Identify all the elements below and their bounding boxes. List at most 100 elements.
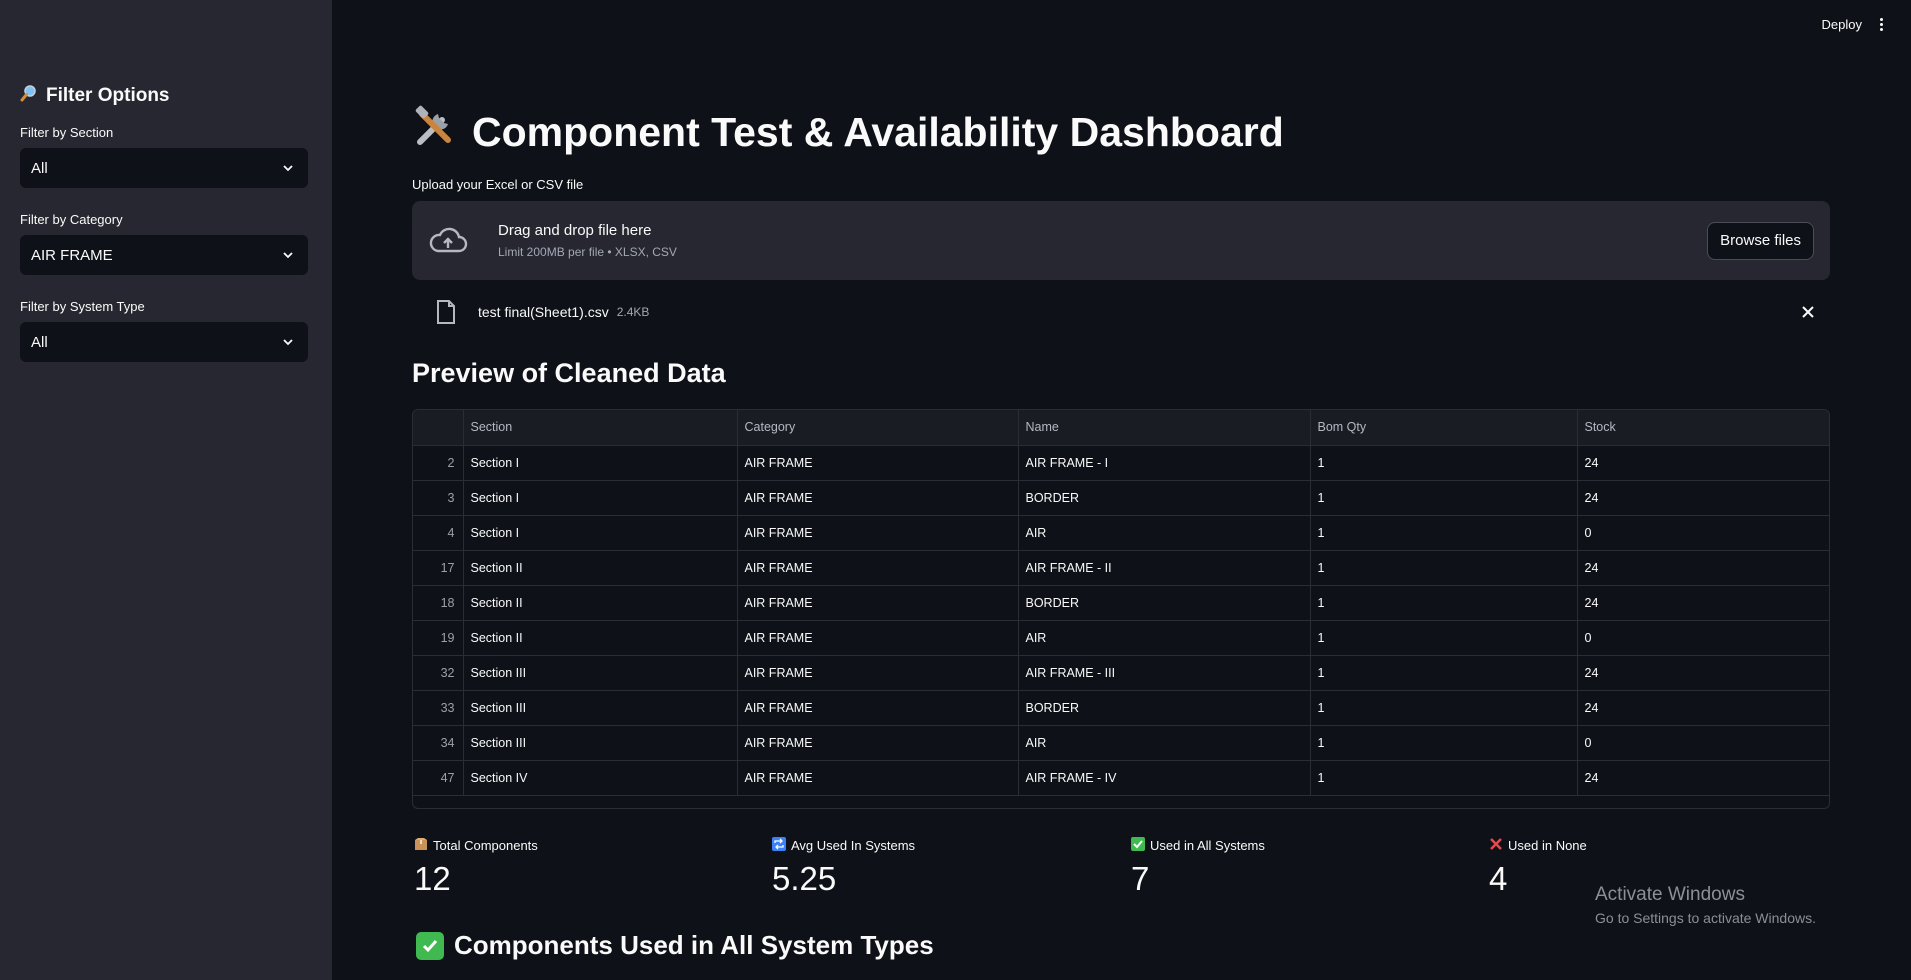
table-row[interactable]: 32 Section III AIR FRAME AIR FRAME - III 1 24 [413, 655, 1829, 691]
uploaded-file: test final(Sheet1).csv 2.4KB [412, 296, 1830, 328]
check-icon [1131, 837, 1145, 854]
table-cell: 1 [1310, 690, 1578, 726]
watermark-line1: Activate Windows [1595, 884, 1745, 905]
table-cell: AIR FRAME [737, 690, 1019, 726]
table-row[interactable]: 47 Section IV AIR FRAME AIR FRAME - IV 1 24 [413, 760, 1829, 796]
row-index: 47 [413, 760, 464, 796]
filter-section-label: Filter by Section [20, 125, 114, 140]
page-title: Component Test & Availability Dashboard [412, 104, 1284, 160]
table-cell: AIR FRAME [737, 655, 1019, 691]
filter-section-select[interactable]: All [20, 148, 308, 188]
browse-files-button[interactable]: Browse files [1707, 221, 1814, 260]
check-icon [416, 931, 444, 960]
data-table[interactable]: Section Category Name Bom Qty Stock 2 Section… [412, 409, 1830, 809]
close-icon[interactable] [1800, 304, 1816, 320]
table-row[interactable]: 3 Section I AIR FRAME BORDER 1 24 [413, 480, 1829, 516]
table-cell: 1 [1310, 585, 1578, 621]
section-heading-text: Components Used in All System Types [454, 930, 934, 960]
chevron-down-icon [283, 252, 293, 259]
table-cell: Section II [463, 620, 738, 656]
table-cell: Section II [463, 550, 738, 586]
filter-system-type: Filter by System Type All [20, 299, 308, 362]
table-cell: Section I [463, 445, 738, 481]
windows-activation-watermark: Activate Windows Go to Settings to activ… [1595, 884, 1816, 926]
table-cell: 24 [1577, 445, 1829, 481]
sidebar-title: Filter Options [20, 84, 308, 107]
table-cell: 1 [1310, 725, 1578, 761]
table-cell: BORDER [1018, 690, 1311, 726]
table-row[interactable]: 19 Section II AIR FRAME AIR 1 0 [413, 620, 1829, 656]
table-cell: 0 [1577, 725, 1829, 761]
dropzone-instructions: Drag and drop file here [498, 222, 652, 239]
metric-avg-used: Avg Used In Systems 5.25 [772, 837, 915, 898]
table-cell: AIR [1018, 725, 1311, 761]
table-cell: BORDER [1018, 585, 1311, 621]
filter-category-select[interactable]: AIR FRAME [20, 235, 308, 275]
table-cell: AIR [1018, 515, 1311, 551]
table-header-row: Section Category Name Bom Qty Stock [413, 410, 1829, 446]
metric-value: 5.25 [772, 860, 837, 897]
table-cell: 0 [1577, 620, 1829, 656]
index-column-header[interactable] [413, 410, 464, 446]
table-cell: AIR FRAME [737, 585, 1019, 621]
filter-system-type-select[interactable]: All [20, 322, 308, 362]
filter-section-value: All [31, 159, 48, 177]
preview-heading: Preview of Cleaned Data [412, 358, 726, 388]
row-index: 18 [413, 585, 464, 621]
sidebar-title-text: Filter Options [46, 84, 170, 106]
table-cell: AIR FRAME [737, 620, 1019, 656]
table-cell: 24 [1577, 550, 1829, 586]
table-row[interactable]: 17 Section II AIR FRAME AIR FRAME - II 1 24 [413, 550, 1829, 586]
column-header[interactable]: Stock [1577, 410, 1829, 446]
filter-section: Filter by Section All [20, 125, 308, 188]
column-header[interactable]: Section [463, 410, 738, 446]
metric-value: 12 [414, 860, 451, 897]
table-row[interactable]: 4 Section I AIR FRAME AIR 1 0 [413, 515, 1829, 551]
table-row[interactable]: 18 Section II AIR FRAME BORDER 1 24 [413, 585, 1829, 621]
table-cell: AIR FRAME [737, 760, 1019, 796]
filter-category-value: AIR FRAME [31, 246, 113, 264]
column-header[interactable]: Name [1018, 410, 1311, 446]
table-cell: 24 [1577, 585, 1829, 621]
table-row[interactable]: 2 Section I AIR FRAME AIR FRAME - I 1 24 [413, 445, 1829, 481]
table-cell: Section I [463, 515, 738, 551]
dropzone-limit: Limit 200MB per file • XLSX, CSV [498, 245, 677, 259]
dropzone-text: Drag and drop file here Limit 200MB per … [498, 222, 677, 259]
repeat-icon [772, 837, 786, 854]
table-cell: 24 [1577, 655, 1829, 691]
row-index: 4 [413, 515, 464, 551]
metric-label: Used in None [1508, 838, 1587, 853]
table-row[interactable]: 34 Section III AIR FRAME AIR 1 0 [413, 725, 1829, 761]
chevron-down-icon [283, 339, 293, 346]
table-cell: AIR FRAME - III [1018, 655, 1311, 691]
row-index: 19 [413, 620, 464, 656]
metric-label: Avg Used In Systems [791, 838, 916, 853]
metric-total-components: Total Components 12 [414, 837, 538, 898]
chevron-down-icon [283, 165, 293, 172]
table-cell: BORDER [1018, 480, 1311, 516]
magnifier-icon [20, 84, 38, 107]
table-cell: 24 [1577, 690, 1829, 726]
metric-used-in-all: Used in All Systems 7 [1131, 837, 1265, 898]
table-row[interactable]: 33 Section III AIR FRAME BORDER 1 24 [413, 690, 1829, 726]
deploy-button[interactable]: Deploy [1822, 17, 1862, 32]
table-cell: 24 [1577, 480, 1829, 516]
table-cell: AIR FRAME [737, 515, 1019, 551]
row-index: 17 [413, 550, 464, 586]
column-header[interactable]: Bom Qty [1310, 410, 1578, 446]
section-heading-all-systems: Components Used in All System Types [416, 930, 934, 961]
table-cell: 1 [1310, 655, 1578, 691]
watermark-line2: Go to Settings to activate Windows. [1595, 910, 1816, 926]
more-menu-icon[interactable] [1880, 17, 1883, 31]
table-cell: AIR FRAME [737, 480, 1019, 516]
column-header[interactable]: Category [737, 410, 1019, 446]
file-dropzone[interactable]: Drag and drop file here Limit 200MB per … [412, 201, 1830, 280]
table-cell: AIR [1018, 620, 1311, 656]
table-cell: AIR FRAME - I [1018, 445, 1311, 481]
package-icon [414, 837, 428, 854]
table-cell: 1 [1310, 480, 1578, 516]
filter-category-label: Filter by Category [20, 212, 123, 227]
table-cell: Section III [463, 655, 738, 691]
filter-system-type-value: All [31, 333, 48, 351]
file-size: 2.4KB [616, 305, 650, 319]
